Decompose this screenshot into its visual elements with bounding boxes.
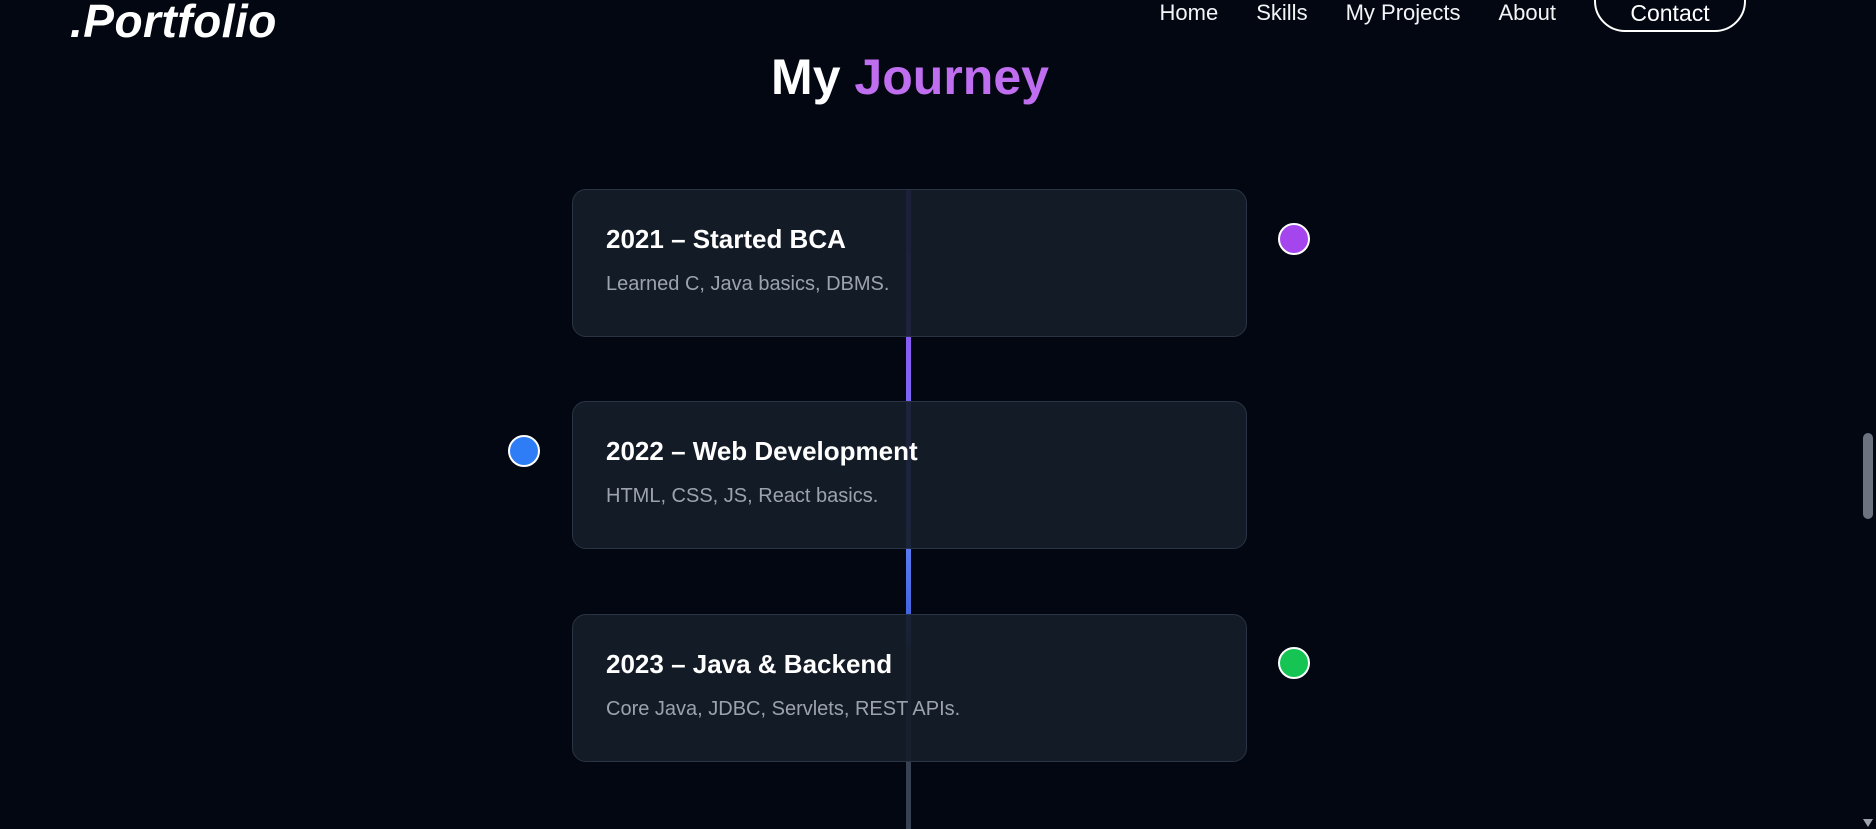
logo[interactable]: .Portfolio	[70, 0, 277, 48]
timeline-card-title: 2023 – Java & Backend	[606, 649, 893, 679]
timeline-dot-blue	[508, 435, 540, 467]
timeline-card-desc: Core Java, JDBC, Servlets, REST APIs.	[606, 698, 961, 720]
scroll-down-arrow-icon[interactable]	[1863, 819, 1873, 827]
main-nav: Home Skills My Projects About Contact	[1122, 0, 1746, 50]
timeline-card-desc: HTML, CSS, JS, React basics.	[606, 485, 879, 507]
section-title: My Journey	[0, 48, 1820, 106]
contact-button[interactable]: Contact	[1594, 0, 1746, 32]
timeline-dot-purple	[1278, 223, 1310, 255]
scrollbar[interactable]	[1860, 0, 1876, 829]
nav-link-skills[interactable]: Skills	[1256, 0, 1307, 26]
scrollbar-thumb[interactable]	[1863, 433, 1873, 519]
timeline-card-desc: Learned C, Java basics, DBMS.	[606, 273, 890, 295]
timeline-card-2023: 2023 – Java & Backend Core Java, JDBC, S…	[572, 614, 1247, 762]
nav-link-home[interactable]: Home	[1160, 0, 1219, 26]
nav-link-about[interactable]: About	[1499, 0, 1557, 26]
timeline-card-title: 2021 – Started BCA	[606, 224, 846, 254]
title-part-journey: Journey	[854, 49, 1049, 105]
nav-link-my-projects[interactable]: My Projects	[1346, 0, 1461, 26]
timeline-card-title: 2022 – Web Development	[606, 436, 918, 466]
title-part-my: My	[771, 49, 841, 105]
timeline-dot-green	[1278, 647, 1310, 679]
timeline-card-2022: 2022 – Web Development HTML, CSS, JS, Re…	[572, 401, 1247, 549]
timeline-card-2021: 2021 – Started BCA Learned C, Java basic…	[572, 189, 1247, 337]
